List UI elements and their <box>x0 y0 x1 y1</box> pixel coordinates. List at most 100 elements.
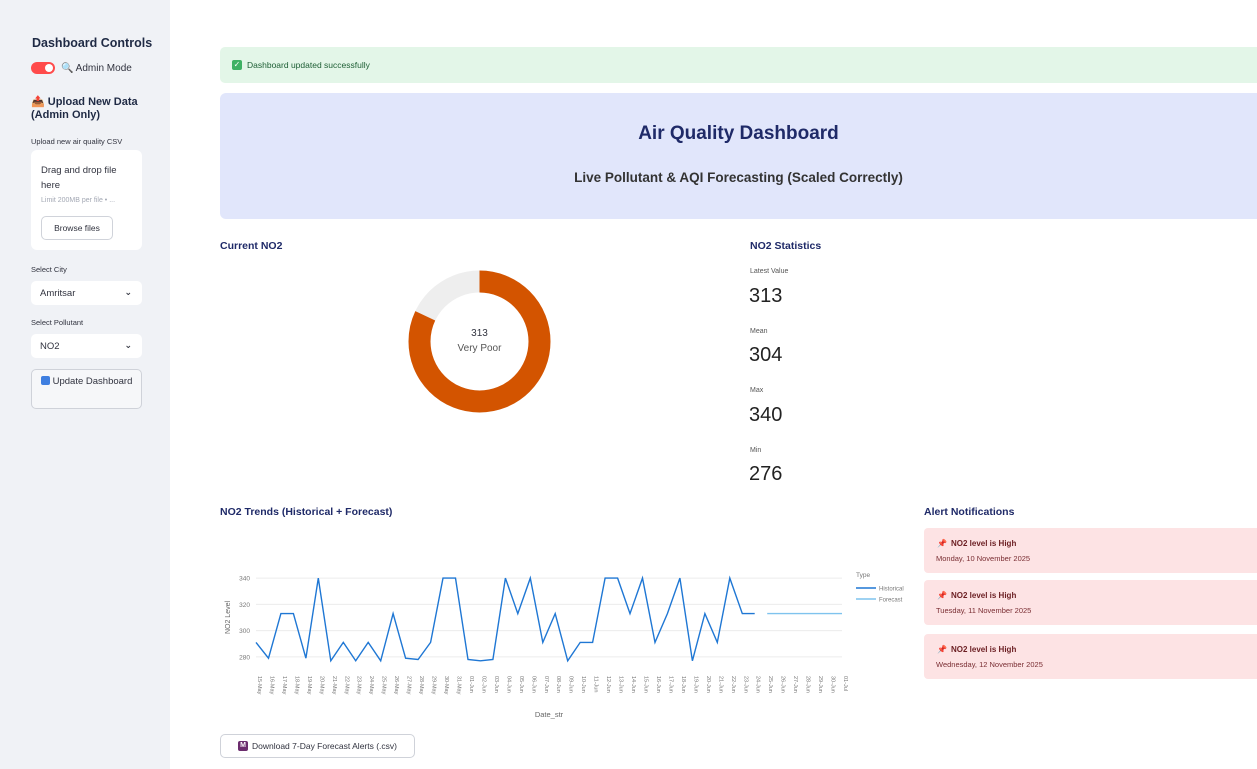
x-tick-label: 24-May <box>368 676 374 695</box>
stat-min-value: 276 <box>749 463 783 485</box>
alert-title: NO2 level is High <box>950 645 1017 654</box>
x-tick-label: 31-May <box>455 676 461 695</box>
page-title: Air Quality Dashboard <box>638 123 839 144</box>
header-banner: Air Quality Dashboard Live Pollutant & A… <box>220 93 1257 219</box>
x-tick-label: 03-Jun <box>493 676 499 693</box>
alert-card: 📌 NO2 level is High Monday, 10 November 2… <box>924 528 1257 573</box>
download-label: Download 7-Day Forecast Alerts (.csv) <box>251 741 398 751</box>
x-tick-label: 28-May <box>418 676 424 695</box>
page-subtitle: Live Pollutant & AQI Forecasting (Scaled… <box>574 170 903 185</box>
x-tick-label: 10-Jun <box>580 676 586 693</box>
x-tick-label: 29-May <box>431 676 437 695</box>
y-tick-label: 280 <box>239 654 250 661</box>
alert-card: 📌 NO2 level is High Wednesday, 12 Novembe… <box>924 634 1257 679</box>
stat-latest-label: Latest Value <box>750 268 789 275</box>
sidebar: Dashboard Controls 🔍 Admin Mode 📤 Upload… <box>0 0 170 769</box>
x-tick-label: 11-Jun <box>593 676 599 692</box>
alerts-title: Alert Notifications <box>924 506 1015 518</box>
city-select-value: Amritsar <box>40 287 76 299</box>
x-tick-label: 30-May <box>443 676 449 695</box>
y-axis-label: NO2 Level <box>225 601 232 635</box>
y-tick-label: 300 <box>239 628 250 635</box>
x-tick-label: 07-Jun <box>543 676 549 693</box>
download-icon: M <box>237 741 248 751</box>
x-tick-label: 22-Jun <box>730 676 736 693</box>
city-label: Select City <box>31 265 67 274</box>
series-line-historical <box>255 575 755 663</box>
current-title: Current NO2 <box>220 240 283 252</box>
dropzone-limit: Limit 200MB per file • ... <box>41 197 116 204</box>
x-tick-label: 05-Jun <box>518 676 524 693</box>
download-alerts-button[interactable]: M Download 7-Day Forecast Alerts (.csv) <box>220 734 415 758</box>
success-text: Dashboard updated successfully <box>247 60 370 70</box>
x-tick-label: 02-Jun <box>480 676 486 693</box>
legend-title: Type <box>856 572 870 579</box>
stat-mean-value: 304 <box>749 344 783 366</box>
success-banner: ✓ Dashboard updated successfully <box>220 47 1257 83</box>
dropzone-text: Drag and drop file here <box>41 165 117 191</box>
pollutant-select-value: NO2 <box>40 340 60 352</box>
alert-card: 📌 NO2 level is High Tuesday, 11 November … <box>924 580 1257 625</box>
x-tick-label: 12-Jun <box>605 676 611 693</box>
pollutant-select[interactable]: NO2 ⌄ <box>31 334 142 358</box>
city-select[interactable]: Amritsar ⌄ <box>31 281 142 305</box>
y-tick-label: 320 <box>239 602 250 609</box>
refresh-icon <box>40 376 50 385</box>
x-tick-label: 06-Jun <box>530 676 536 693</box>
browse-files-button[interactable]: Browse files <box>41 216 113 240</box>
x-tick-label: 23-Jun <box>742 676 748 693</box>
alert-title: NO2 level is High <box>950 591 1017 600</box>
x-tick-label: 17-Jun <box>667 676 673 693</box>
pollutant-label: Select Pollutant <box>31 318 84 327</box>
chevron-down-icon: ⌄ <box>124 340 132 350</box>
alert-date: Wednesday, 12 November 2025 <box>936 660 1043 669</box>
x-tick-label: 21-May <box>331 676 337 695</box>
trend-chart: 280 300 320 340 15-May 16-May 17-May 18-May 19-M… <box>225 572 904 719</box>
stat-max-label: Max <box>750 387 764 394</box>
stat-latest-value: 313 <box>749 285 783 307</box>
stats-title: NO2 Statistics <box>750 240 822 252</box>
x-tick-label: 23-May <box>356 676 362 695</box>
x-tick-label: 13-Jun <box>618 676 624 693</box>
stat-mean-label: Mean <box>750 328 768 335</box>
x-axis-label: Date_str <box>535 710 564 719</box>
trend-title: NO2 Trends (Historical + Forecast) <box>220 506 393 518</box>
upload-label: Upload new air quality CSV <box>31 137 123 146</box>
pin-icon: 📌 <box>937 591 947 600</box>
admin-mode-toggle[interactable] <box>31 62 55 74</box>
x-tick-label: 25-Jun <box>767 676 773 693</box>
x-tick-label: 22-May <box>343 676 349 695</box>
upload-header: 📤 Upload New Data (Admin Only) <box>31 96 138 121</box>
x-tick-label: 21-Jun <box>717 676 723 693</box>
file-dropzone[interactable]: Drag and drop file here Limit 200MB per … <box>31 150 142 250</box>
x-tick-label: 20-Jun <box>705 676 711 693</box>
legend-label: Historical <box>879 587 904 593</box>
x-tick-label: 15-Jun <box>643 676 649 693</box>
x-tick-label: 18-May <box>293 676 299 695</box>
x-tick-label: 24-Jun <box>755 676 761 693</box>
x-tick-label: 20-May <box>318 676 324 695</box>
current-donut: 313 Very Poor <box>408 270 551 413</box>
donut-value: 313 <box>471 328 488 339</box>
pin-icon: 📌 <box>937 645 947 654</box>
x-tick-label: 26-Jun <box>780 676 786 693</box>
x-tick-label: 25-May <box>381 676 387 695</box>
x-tick-label: 16-Jun <box>655 676 661 693</box>
x-tick-label: 01-Jun <box>468 676 474 693</box>
x-tick-label: 27-Jun <box>792 676 798 693</box>
x-tick-label: 01-Jul <box>842 676 848 691</box>
x-tick-label: 17-May <box>281 676 287 695</box>
update-dashboard-button[interactable]: Update Dashboard <box>31 369 142 409</box>
x-tick-label: 29-Jun <box>817 676 823 693</box>
x-tick-label: 27-May <box>406 676 412 695</box>
x-tick-label: 16-May <box>268 676 274 695</box>
y-tick-label: 340 <box>239 576 250 583</box>
alert-title: NO2 level is High <box>950 539 1017 548</box>
legend-label: Forecast <box>879 598 903 604</box>
x-tick-label: 09-Jun <box>568 676 574 693</box>
x-tick-label: 14-Jun <box>630 676 636 693</box>
admin-mode-row: 🔍 Admin Mode <box>31 62 132 74</box>
x-tick-label: 04-Jun <box>505 676 511 693</box>
check-icon: ✓ <box>232 60 242 70</box>
x-tick-label: 15-May <box>256 676 262 695</box>
